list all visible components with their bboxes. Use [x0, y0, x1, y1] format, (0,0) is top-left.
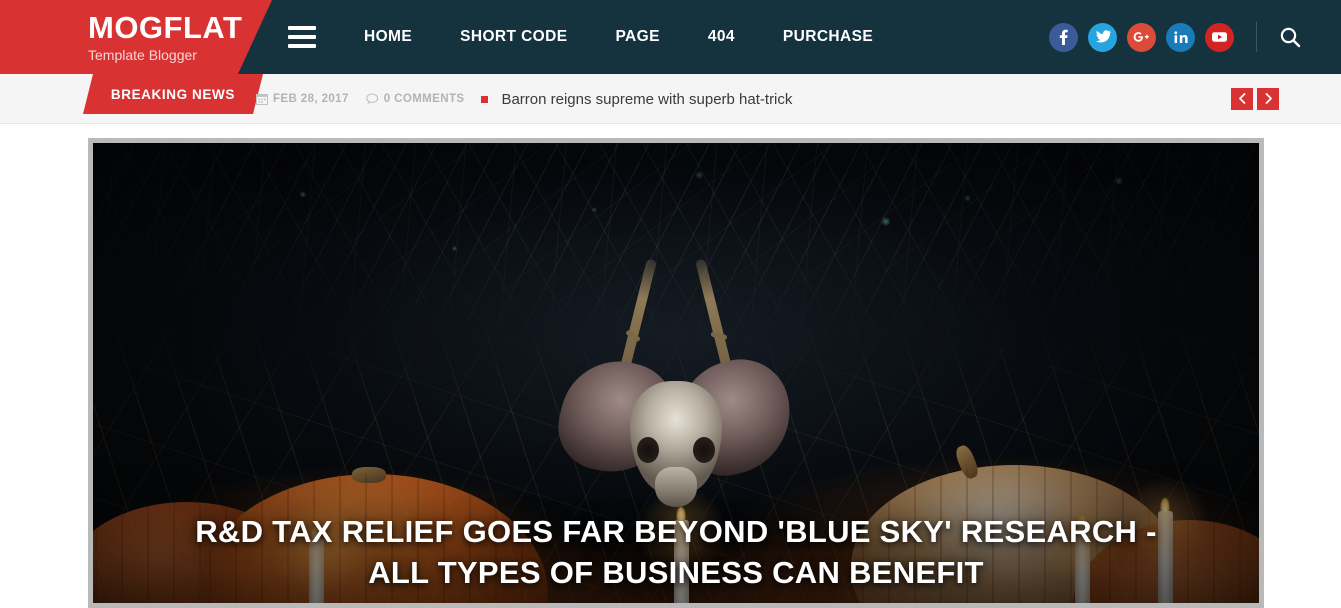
- breaking-news-date-group: FEB 28, 2017: [256, 93, 349, 105]
- logo-title: MOGFLAT: [88, 10, 243, 45]
- nav-item-purchase[interactable]: PURCHASE: [759, 0, 897, 74]
- nav-link-short-code[interactable]: SHORT CODE: [436, 0, 591, 74]
- header-divider: [1256, 22, 1257, 52]
- featured-post-title[interactable]: R&D Tax Relief Goes Far Beyond 'Blue Sky…: [93, 512, 1259, 603]
- breaking-news-prev-button[interactable]: [1231, 87, 1253, 110]
- comment-icon: [366, 93, 379, 105]
- featured-post-frame: R&D Tax Relief Goes Far Beyond 'Blue Sky…: [88, 138, 1264, 608]
- logo-subtitle: Template Blogger: [88, 47, 197, 63]
- breaking-news-date: FEB 28, 2017: [273, 93, 349, 105]
- site-logo[interactable]: MOGFLAT Template Blogger: [0, 0, 272, 74]
- featured-post[interactable]: R&D Tax Relief Goes Far Beyond 'Blue Sky…: [93, 143, 1259, 603]
- nav-item-page[interactable]: PAGE: [591, 0, 683, 74]
- breaking-news-label: BREAKING NEWS: [83, 74, 263, 114]
- youtube-icon[interactable]: [1205, 22, 1234, 52]
- twitter-icon[interactable]: [1088, 22, 1117, 52]
- facebook-icon[interactable]: [1049, 22, 1078, 52]
- breaking-news-next-button[interactable]: [1257, 87, 1279, 110]
- nav-item-404[interactable]: 404: [684, 0, 759, 74]
- breaking-news-label-text: BREAKING NEWS: [110, 86, 236, 102]
- nav-list: HOME SHORT CODE PAGE 404 PURCHASE: [340, 0, 897, 74]
- site-header: MOGFLAT Template Blogger HOME SHORT CODE…: [0, 0, 1341, 74]
- primary-navigation: HOME SHORT CODE PAGE 404 PURCHASE: [288, 0, 897, 74]
- breaking-news-comments-group: 0 COMMENTS: [366, 93, 465, 105]
- social-links: [1049, 22, 1234, 52]
- breaking-news-content: FEB 28, 2017 0 COMMENTS Barron reigns su…: [256, 74, 792, 124]
- calendar-icon: [256, 93, 268, 105]
- google-plus-icon[interactable]: [1127, 22, 1156, 52]
- hamburger-icon[interactable]: [288, 26, 316, 48]
- breaking-news-meta: FEB 28, 2017 0 COMMENTS: [256, 93, 501, 105]
- nav-link-purchase[interactable]: PURCHASE: [759, 0, 897, 74]
- linkedin-icon[interactable]: [1166, 22, 1195, 52]
- nav-link-home[interactable]: HOME: [340, 0, 436, 74]
- nav-item-home[interactable]: HOME: [340, 0, 436, 74]
- search-icon[interactable]: [1279, 26, 1301, 48]
- bullet-square-icon: [481, 95, 489, 103]
- breaking-news-nav: [1231, 87, 1279, 110]
- breaking-news-bar: BREAKING NEWS FEB 28, 2017 0 COMMENTS Ba…: [0, 74, 1341, 124]
- nav-item-short-code[interactable]: SHORT CODE: [436, 0, 591, 74]
- header-right-tools: [1049, 0, 1301, 74]
- breaking-news-headline[interactable]: Barron reigns supreme with superb hat-tr…: [501, 91, 792, 108]
- nav-link-404[interactable]: 404: [684, 0, 759, 74]
- nav-link-page[interactable]: PAGE: [591, 0, 683, 74]
- breaking-news-comments: 0 COMMENTS: [383, 93, 465, 105]
